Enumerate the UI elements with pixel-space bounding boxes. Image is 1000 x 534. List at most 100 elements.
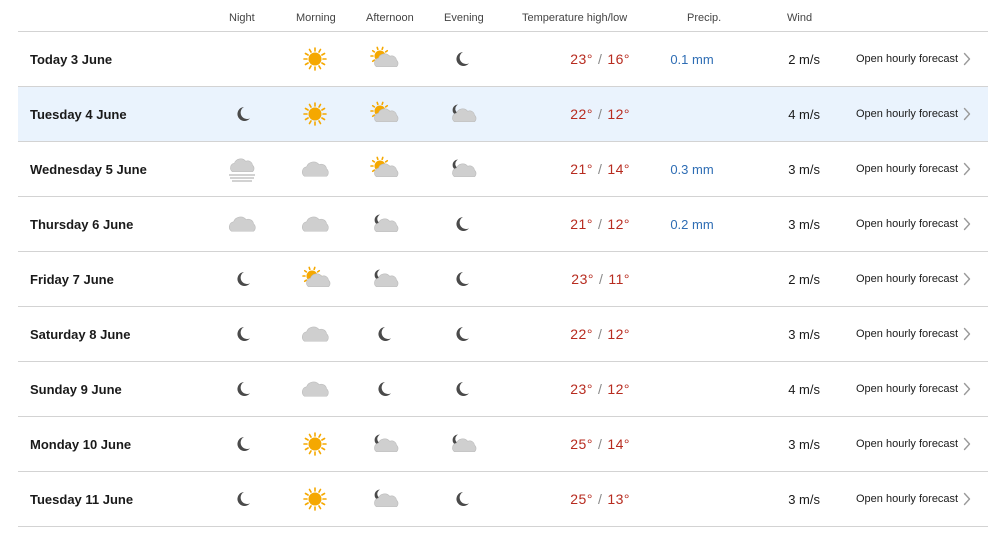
temperature-separator: / <box>597 436 603 452</box>
chevron-right-icon[interactable] <box>960 87 974 141</box>
forecast-row[interactable]: Sunday 9 June 23°/12° 4 m/s Open hourly for… <box>18 362 988 417</box>
open-hourly-forecast-link[interactable]: Open hourly forecast <box>856 142 958 196</box>
cloud-icon <box>301 161 329 177</box>
temperature-separator: / <box>597 491 603 507</box>
header-morning: Morning <box>296 12 336 24</box>
day-label: Today 3 June <box>30 51 113 67</box>
wind-speed: 4 m/s <box>788 106 820 122</box>
temperature-high: 23° <box>570 51 593 67</box>
sun-icon <box>303 432 327 456</box>
header-precip: Precip. <box>687 12 722 24</box>
moon-icon <box>237 272 250 286</box>
precipitation: 0.3 mm <box>670 161 714 177</box>
temperature-high: 25° <box>570 491 593 507</box>
moon-icon <box>237 327 250 341</box>
temperature-separator: / <box>597 51 603 67</box>
open-hourly-forecast-link[interactable]: Open hourly forecast <box>856 252 958 306</box>
open-hourly-forecast-link[interactable]: Open hourly forecast <box>856 417 958 471</box>
temperature-high-low: 25°/13° <box>538 472 630 526</box>
day-label: Wednesday 5 June <box>30 161 147 177</box>
chevron-right-icon[interactable] <box>960 142 974 196</box>
temperature-high-low: 25°/14° <box>538 417 630 471</box>
forecast-row[interactable]: Monday 10 June 25°/14° 3 m/s Open hourly fo… <box>18 417 988 472</box>
chevron-right-icon[interactable] <box>960 472 974 526</box>
temperature-high-low: 22°/12° <box>538 87 630 141</box>
moon-icon <box>378 382 391 396</box>
chevron-right-icon[interactable] <box>960 197 974 251</box>
forecast-row[interactable]: Saturday 8 June 22°/12° 3 m/s Open hourly f… <box>18 307 988 362</box>
chevron-right-icon[interactable] <box>960 307 974 361</box>
moon-icon <box>237 107 250 121</box>
moon-cloud-icon <box>452 434 477 453</box>
moon-cloud-icon <box>452 104 477 123</box>
open-hourly-forecast-link[interactable]: Open hourly forecast <box>856 32 958 86</box>
moon-cloud-icon <box>452 159 477 178</box>
sun-icon <box>303 102 327 126</box>
sun-icon <box>303 487 327 511</box>
temperature-high: 23° <box>570 381 593 397</box>
temperature-low: 12° <box>607 381 630 397</box>
wind-speed: 3 m/s <box>788 216 820 232</box>
chevron-right-icon[interactable] <box>960 362 974 416</box>
open-hourly-forecast-link[interactable]: Open hourly forecast <box>856 87 958 141</box>
forecast-row[interactable]: Tuesday 11 June 25°/13° 3 m/s Open hourly f… <box>18 472 988 527</box>
forecast-table: Night Morning Afternoon Evening Temperat… <box>18 0 988 527</box>
forecast-row[interactable]: Thursday 6 June 21°/12° 0.2 mm 3 m/s Open ho… <box>18 197 988 252</box>
temperature-high: 21° <box>570 216 593 232</box>
cloud-icon <box>228 216 256 232</box>
temperature-separator: / <box>597 326 603 342</box>
header-temperature: Temperature high/low <box>522 12 628 24</box>
wind-speed: 3 m/s <box>788 491 820 507</box>
moon-cloud-icon <box>374 489 399 508</box>
wind-speed: 4 m/s <box>788 381 820 397</box>
moon-cloud-icon <box>374 434 399 453</box>
open-hourly-forecast-link[interactable]: Open hourly forecast <box>856 472 958 526</box>
temperature-separator: / <box>597 381 603 397</box>
moon-icon <box>456 217 469 231</box>
moon-icon <box>237 382 250 396</box>
day-label: Saturday 8 June <box>30 326 131 342</box>
precipitation <box>658 362 726 416</box>
temperature-high: 23° <box>571 271 594 287</box>
sun-cloud-icon <box>302 266 331 288</box>
open-hourly-forecast-link[interactable]: Open hourly forecast <box>856 307 958 361</box>
forecast-row[interactable]: Wednesday 5 June 21°/14° 0.3 mm 3 m/s Open h… <box>18 142 988 197</box>
temperature-high: 25° <box>570 436 593 452</box>
chevron-right-icon[interactable] <box>960 252 974 306</box>
day-label: Friday 7 June <box>30 271 114 287</box>
temperature-low: 16° <box>607 51 630 67</box>
open-hourly-forecast-link[interactable]: Open hourly forecast <box>856 362 958 416</box>
temperature-high: 21° <box>570 161 593 177</box>
moon-icon <box>237 437 250 451</box>
day-label: Sunday 9 June <box>30 381 122 397</box>
temperature-low: 12° <box>607 106 630 122</box>
temperature-separator: / <box>598 271 604 287</box>
temperature-high-low: 21°/14° <box>538 142 630 196</box>
forecast-row[interactable]: Friday 7 June 23°/11° 2 m/s Open hourly for… <box>18 252 988 307</box>
temperature-low: 12° <box>607 216 630 232</box>
chevron-right-icon[interactable] <box>960 417 974 471</box>
precipitation: 0.1 mm <box>670 51 714 67</box>
cloud-icon <box>301 381 329 397</box>
wind-speed: 3 m/s <box>788 436 820 452</box>
open-hourly-forecast-link[interactable]: Open hourly forecast <box>856 197 958 251</box>
moon-icon <box>456 327 469 341</box>
chevron-right-icon[interactable] <box>960 32 974 86</box>
moon-icon <box>378 327 391 341</box>
forecast-row[interactable]: Today 3 June 23°/16° 0.1 mm 2 m/s Open hourl… <box>18 32 988 87</box>
cloud-icon <box>301 326 329 342</box>
temperature-high-low: 23°/11° <box>538 252 630 306</box>
precipitation <box>658 307 726 361</box>
temperature-low: 14° <box>607 436 630 452</box>
sun-icon <box>303 47 327 71</box>
temperature-high-low: 22°/12° <box>538 307 630 361</box>
temperature-separator: / <box>597 106 603 122</box>
precipitation <box>658 87 726 141</box>
moon-icon <box>456 272 469 286</box>
wind-speed: 3 m/s <box>788 326 820 342</box>
day-label: Tuesday 11 June <box>30 491 134 507</box>
cloud-icon <box>301 216 329 232</box>
forecast-row[interactable]: Tuesday 4 June 22°/12° 4 m/s Open hourly fo… <box>18 87 988 142</box>
sun-cloud-icon <box>370 156 399 178</box>
temperature-high-low: 23°/16° <box>538 32 630 86</box>
